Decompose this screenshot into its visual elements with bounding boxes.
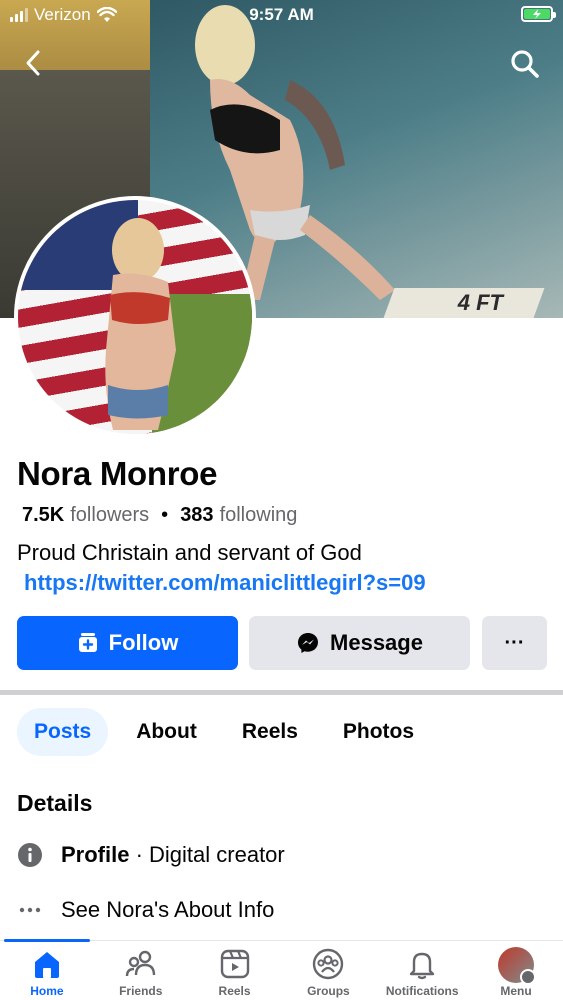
profile-name: Nora Monroe [17, 455, 218, 492]
profile-link[interactable]: https://twitter.com/maniclittlegirl?s=09 [24, 570, 426, 596]
following-count[interactable]: 383 [180, 504, 213, 527]
nav-friends[interactable]: Friends [94, 941, 188, 1000]
nav-friends-label: Friends [119, 984, 163, 998]
profile-avatar[interactable] [14, 196, 256, 438]
nav-groups-label: Groups [307, 984, 350, 998]
menu-badge-icon [520, 969, 537, 985]
follow-icon [78, 633, 97, 652]
follow-label: Follow [108, 630, 179, 655]
search-icon [511, 50, 539, 78]
status-bar: Verizon 9:57 AM [0, 0, 563, 32]
nav-reels-label: Reels [218, 984, 251, 998]
home-icon [34, 952, 59, 978]
groups-icon [313, 948, 344, 980]
see-about-info-label: See Nora's About Info [61, 897, 275, 922]
message-button[interactable]: Message [249, 616, 470, 670]
chevron-left-icon [26, 50, 40, 76]
follow-button[interactable]: Follow [17, 616, 238, 670]
info-icon [17, 842, 43, 868]
followers-count[interactable]: 7.5K [22, 504, 64, 527]
detail-profile-label: Profile [61, 842, 130, 867]
tab-posts[interactable]: Posts [17, 708, 109, 756]
stats-separator: • [161, 504, 169, 526]
nav-home[interactable]: Home [0, 941, 94, 1000]
followers-label[interactable]: followers [70, 504, 149, 527]
detail-profile-row: Profile · Digital creator [17, 842, 285, 868]
profile-tabs: Posts About Reels Photos [17, 708, 442, 756]
bottom-nav: Home Friends Reels Groups Notifications … [0, 939, 563, 1000]
ellipsis-icon [17, 897, 43, 923]
bell-icon [410, 952, 435, 980]
nav-menu-label: Menu [500, 984, 532, 998]
more-options-button[interactable]: ··· [482, 616, 547, 670]
nav-notifications-label: Notifications [385, 984, 459, 998]
menu-avatar-icon [498, 947, 537, 985]
reels-icon [220, 949, 249, 979]
detail-profile-value: · Digital creator [129, 842, 285, 867]
tab-about[interactable]: About [119, 708, 214, 756]
tab-photos[interactable]: Photos [326, 708, 431, 756]
avatar-image [18, 200, 252, 434]
nav-reels[interactable]: Reels [188, 941, 282, 1000]
status-time: 9:57 AM [249, 5, 314, 24]
search-button[interactable] [509, 48, 541, 80]
profile-stats: 7.5K followers • 383 following [22, 504, 297, 527]
nav-groups[interactable]: Groups [281, 941, 375, 1000]
details-title: Details [17, 790, 93, 816]
more-icon: ··· [504, 631, 525, 654]
pool-sign-text: 4 FT [457, 290, 503, 315]
avatar-figure [105, 218, 176, 430]
detail-profile-text: Profile · Digital creator [61, 842, 285, 868]
battery-icon [521, 6, 556, 22]
messenger-icon [298, 633, 319, 653]
nav-notifications[interactable]: Notifications [375, 941, 469, 1000]
following-label[interactable]: following [220, 504, 298, 527]
friends-icon [125, 950, 155, 977]
nav-menu[interactable]: Menu [469, 941, 563, 1000]
nav-home-label: Home [30, 984, 64, 998]
tab-reels[interactable]: Reels [225, 708, 315, 756]
see-about-info-row[interactable]: See Nora's About Info [17, 897, 274, 923]
profile-bio: Proud Christain and servant of God [17, 540, 362, 565]
back-button[interactable] [20, 48, 48, 78]
active-tab-indicator [4, 939, 90, 942]
section-divider [0, 690, 563, 695]
message-label: Message [330, 630, 423, 655]
